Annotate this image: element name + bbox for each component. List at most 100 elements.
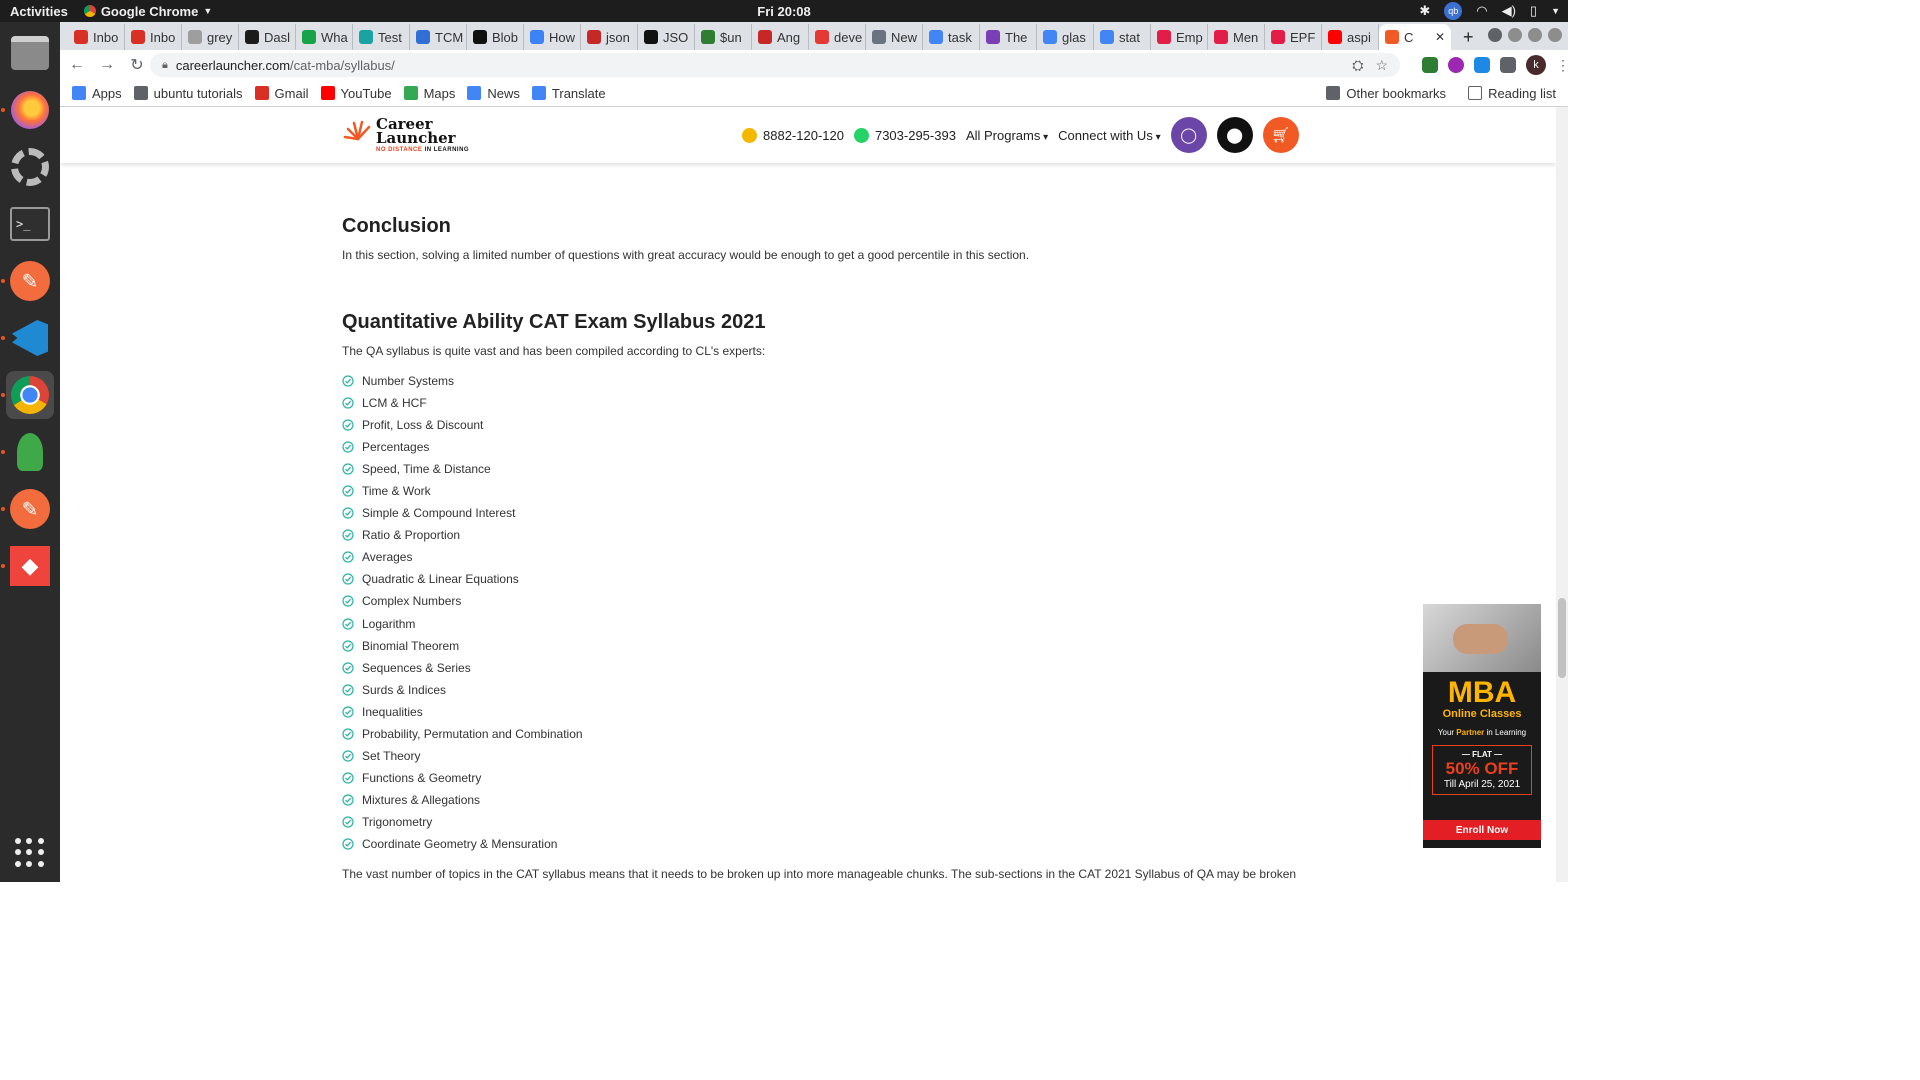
browser-tab[interactable]: json bbox=[581, 24, 638, 50]
dock-files[interactable] bbox=[6, 29, 54, 77]
phone-link-2[interactable]: 7303-295-393 bbox=[853, 127, 956, 143]
back-button[interactable]: ← bbox=[64, 56, 90, 74]
dock-firefox[interactable] bbox=[1, 86, 54, 134]
check-circle-icon bbox=[342, 639, 354, 652]
browser-tab[interactable]: Dasl bbox=[239, 24, 296, 50]
browser-tab[interactable]: Inbo bbox=[125, 24, 182, 50]
extension-icon-1[interactable] bbox=[1422, 57, 1438, 73]
running-indicator bbox=[1, 564, 5, 568]
dock: >_ ✎ ✎ ◆ bbox=[0, 22, 60, 882]
mba-ad-banner[interactable]: ✕ MBA Online Classes Your Partner in Lea… bbox=[1423, 604, 1541, 848]
tab-search-button[interactable] bbox=[1488, 28, 1502, 42]
browser-tab[interactable]: Emp bbox=[1151, 24, 1208, 50]
topic-label: Logarithm bbox=[362, 616, 416, 631]
browser-tab[interactable]: Test bbox=[353, 24, 410, 50]
forward-button[interactable]: → bbox=[94, 56, 120, 74]
volume-icon[interactable]: ◀) bbox=[1502, 3, 1516, 19]
close-tab-icon[interactable]: ✕ bbox=[1435, 30, 1445, 44]
connect-menu[interactable]: Connect with Us bbox=[1058, 128, 1160, 143]
tab-favicon-icon bbox=[815, 30, 829, 44]
bookmark-item[interactable]: News bbox=[467, 86, 520, 101]
qbittorrent-icon[interactable]: qb bbox=[1444, 2, 1463, 20]
browser-tab[interactable]: Wha bbox=[296, 24, 353, 50]
lock-icon[interactable]: 🔒︎ bbox=[162, 59, 168, 72]
browser-tab[interactable]: Blob bbox=[467, 24, 524, 50]
page-scrollbar[interactable] bbox=[1556, 107, 1568, 882]
whatsapp-icon bbox=[853, 127, 869, 143]
activities-button[interactable]: Activities bbox=[0, 4, 78, 19]
topic-label: Profit, Loss & Discount bbox=[362, 418, 484, 433]
browser-tab[interactable]: stat bbox=[1094, 24, 1151, 50]
dock-chrome[interactable] bbox=[1, 371, 54, 419]
browser-tab[interactable]: glas bbox=[1037, 24, 1094, 50]
tab-label: json bbox=[606, 29, 630, 45]
bookmark-icon bbox=[467, 86, 482, 100]
bookmark-item[interactable]: Gmail bbox=[254, 86, 309, 101]
browser-tab[interactable]: $un bbox=[695, 24, 752, 50]
translate-icon[interactable]: ⛭ bbox=[1352, 57, 1363, 74]
maximize-button[interactable] bbox=[1528, 28, 1542, 42]
cart-button[interactable]: 🛒︎ bbox=[1262, 117, 1299, 153]
browser-tab[interactable]: How bbox=[524, 24, 581, 50]
browser-tab[interactable]: task bbox=[923, 24, 980, 50]
list-item: Inequalities bbox=[342, 701, 583, 723]
dock-vscode[interactable] bbox=[1, 314, 54, 362]
reload-button[interactable]: ↻ bbox=[124, 55, 150, 75]
clock[interactable]: Fri 20:08 bbox=[757, 4, 810, 19]
chevron-down-icon[interactable]: ▼ bbox=[1551, 6, 1560, 16]
close-window-button[interactable] bbox=[1548, 28, 1562, 42]
career-launcher-logo[interactable]: Career Launcher NO DISTANCE IN LEARNING bbox=[342, 117, 469, 153]
dock-anydesk[interactable]: ◆ bbox=[1, 542, 54, 590]
address-bar[interactable]: 🔒︎ careerlauncher.com/cat-mba/syllabus/ … bbox=[150, 53, 1400, 77]
app-menu[interactable]: Google Chrome ▼ bbox=[78, 4, 212, 19]
puzzle-icon[interactable] bbox=[1500, 57, 1516, 73]
browser-tab[interactable]: Inbo bbox=[68, 24, 125, 50]
browser-tab[interactable]: New bbox=[866, 24, 923, 50]
extension-icon-3[interactable] bbox=[1474, 57, 1490, 73]
bookmark-item[interactable]: ubuntu tutorials bbox=[133, 86, 243, 101]
dock-postman-2[interactable]: ✎ bbox=[1, 485, 54, 533]
bluetooth-icon[interactable]: ✱ bbox=[1419, 3, 1430, 19]
battery-icon[interactable]: ▯ bbox=[1530, 3, 1537, 19]
dock-postman[interactable]: ✎ bbox=[1, 257, 54, 305]
browser-tab[interactable]: deve bbox=[809, 24, 866, 50]
enroll-now-button[interactable]: Enroll Now bbox=[1423, 820, 1541, 840]
logo-line2: Launcher bbox=[376, 129, 456, 147]
phone-link-1[interactable]: 8882-120-120 bbox=[742, 127, 844, 143]
list-item: Time & Work bbox=[342, 480, 583, 502]
scrollbar-thumb[interactable] bbox=[1558, 598, 1566, 678]
minimize-button[interactable] bbox=[1508, 28, 1522, 42]
browser-tab[interactable]: grey bbox=[182, 24, 239, 50]
bookmark-item[interactable]: YouTube bbox=[320, 86, 392, 101]
browser-tab[interactable]: aspi bbox=[1322, 24, 1379, 50]
more-menu-icon[interactable]: ⋮ bbox=[1556, 57, 1570, 73]
tab-label: grey bbox=[207, 29, 233, 45]
browser-tab[interactable]: Ang bbox=[752, 24, 809, 50]
other-bookmarks[interactable]: Other bookmarks bbox=[1326, 86, 1446, 101]
bookmark-item[interactable]: Maps bbox=[403, 86, 455, 101]
all-programs-menu[interactable]: All Programs bbox=[966, 128, 1048, 143]
location-button[interactable]: ⬤ bbox=[1216, 117, 1253, 153]
bookmark-star-icon[interactable]: ☆ bbox=[1375, 57, 1388, 74]
browser-tab[interactable]: JSO bbox=[638, 24, 695, 50]
new-tab-button[interactable]: + bbox=[1451, 24, 1486, 50]
browser-tab[interactable]: The bbox=[980, 24, 1037, 50]
bookmark-item[interactable]: Translate bbox=[531, 86, 606, 101]
dock-terminal[interactable]: >_ bbox=[6, 200, 54, 248]
browser-tab[interactable]: TCM bbox=[410, 24, 467, 50]
system-tray[interactable]: ✱ qb ◠ ◀) ▯ ▼ bbox=[1419, 2, 1560, 20]
list-item: Mixtures & Allegations bbox=[342, 789, 583, 811]
check-circle-icon bbox=[342, 684, 354, 696]
browser-tab[interactable]: Men bbox=[1208, 24, 1265, 50]
dock-robo3t[interactable] bbox=[1, 428, 54, 476]
extension-icon-2[interactable] bbox=[1448, 57, 1464, 73]
profile-avatar[interactable]: k bbox=[1526, 55, 1546, 75]
dock-settings[interactable] bbox=[6, 143, 54, 191]
user-account-button[interactable]: ◯ bbox=[1170, 117, 1207, 153]
browser-tab[interactable]: EPF bbox=[1265, 24, 1322, 50]
reading-list[interactable]: Reading list bbox=[1468, 86, 1556, 101]
wifi-icon[interactable]: ◠ bbox=[1476, 3, 1487, 19]
bookmark-item[interactable]: Apps bbox=[72, 86, 122, 101]
show-applications-button[interactable] bbox=[15, 838, 45, 868]
browser-tab-active[interactable]: C ✕ bbox=[1379, 24, 1451, 50]
